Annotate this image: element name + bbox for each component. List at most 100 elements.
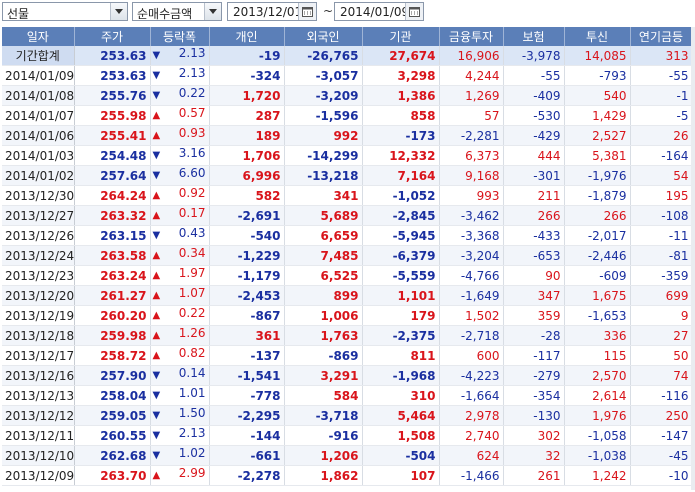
investment-trust-cell: 2,614 xyxy=(564,385,631,406)
foreign-cell: -869 xyxy=(284,345,363,366)
col-header-price[interactable]: 주가 xyxy=(74,27,151,46)
table-row[interactable]: 2013/12/13 258.04 ▼ 1.01 -778 584 310 -1,664 -35… xyxy=(2,385,693,406)
pension-cell: 27 xyxy=(630,325,693,346)
institution-cell: 310 xyxy=(362,385,440,406)
market-select[interactable]: 선물 xyxy=(2,2,128,21)
pension-cell: -359 xyxy=(630,265,693,286)
change-cell: ▲ 1.26 xyxy=(150,325,210,346)
table-row[interactable]: 2013/12/27 263.32 ▲ 0.17 -2,691 5,689 -2,845 -3… xyxy=(2,205,693,226)
institution-cell: 179 xyxy=(362,305,440,326)
table-row[interactable]: 2014/01/08 255.76 ▼ 0.22 1,720 -3,209 1,386 1,2… xyxy=(2,85,693,106)
insurance-cell: 211 xyxy=(503,185,565,206)
financial-investment-cell: -2,718 xyxy=(439,325,504,346)
pension-cell: 313 xyxy=(630,46,693,66)
table-row[interactable]: 2014/01/02 257.64 ▼ 6.60 6,996 -13,218 7,164 9,… xyxy=(2,165,693,186)
individual-cell: -324 xyxy=(209,65,285,86)
table-row[interactable]: 2013/12/30 264.24 ▲ 0.92 582 341 -1,052 993 211-… xyxy=(2,185,693,206)
col-header-foreign[interactable]: 외국인 xyxy=(284,27,363,46)
table-row[interactable]: 2013/12/24 263.58 ▲ 0.34 -1,229 7,485 -6,379 -3… xyxy=(2,245,693,266)
investment-trust-cell: -609 xyxy=(564,265,631,286)
foreign-cell: 992 xyxy=(284,125,363,146)
change-value: 1.01 xyxy=(178,386,206,400)
col-header-date[interactable]: 일자 xyxy=(2,27,75,46)
date-to-field[interactable]: 2014/01/09 xyxy=(334,2,424,21)
table-row[interactable]: 2014/01/07 255.98 ▲ 0.57 287 -1,596 858 57 -530 1… xyxy=(2,105,693,126)
institution-cell: -173 xyxy=(362,125,440,146)
foreign-cell: 6,525 xyxy=(284,265,363,286)
table-row[interactable]: 2013/12/20 261.27 ▲ 1.07 -2,453 899 1,101 -1,64… xyxy=(2,285,693,306)
foreign-cell: 6,659 xyxy=(284,225,363,246)
table-row[interactable]: 2013/12/12 259.05 ▼ 1.50 -2,295 -3,718 5,464 2,… xyxy=(2,405,693,426)
col-header-change[interactable]: 등락폭 xyxy=(150,27,210,46)
institution-cell: 1,386 xyxy=(362,85,440,106)
date-cell: 2013/12/13 xyxy=(2,385,75,406)
pension-cell: -55 xyxy=(630,65,693,86)
pension-cell: 50 xyxy=(630,345,693,366)
calendar-icon[interactable] xyxy=(298,3,316,20)
change-value: 6.60 xyxy=(178,166,206,180)
calendar-icon[interactable] xyxy=(405,3,423,20)
table-row[interactable]: 2013/12/16 257.90 ▼ 0.14 -1,541 3,291 -1,968 -4… xyxy=(2,365,693,386)
col-header-individual[interactable]: 개인 xyxy=(209,27,285,46)
col-header-institution[interactable]: 기관 xyxy=(362,27,440,46)
table-row[interactable]: 2013/12/18 259.98 ▲ 1.26 361 1,763 -2,375 -2,71… xyxy=(2,325,693,346)
insurance-cell: -429 xyxy=(503,125,565,146)
insurance-cell: 266 xyxy=(503,205,565,226)
vertical-scrollbar[interactable] xyxy=(691,27,695,490)
change-value: 1.07 xyxy=(178,286,206,300)
col-header-investment-trust[interactable]: 투신 xyxy=(564,27,631,46)
triangle-up-icon: ▲ xyxy=(152,130,161,141)
investment-trust-cell: -1,879 xyxy=(564,185,631,206)
table-row[interactable]: 2013/12/26 263.15 ▼ 0.43 -540 6,659 -5,945 -3,3… xyxy=(2,225,693,246)
foreign-cell: -3,718 xyxy=(284,405,363,426)
financial-investment-cell: 624 xyxy=(439,445,504,466)
individual-cell: 361 xyxy=(209,325,285,346)
insurance-cell: 444 xyxy=(503,145,565,166)
col-header-financial-investment[interactable]: 금융투자 xyxy=(439,27,504,46)
col-header-pension[interactable]: 연기금등 xyxy=(630,27,693,46)
chevron-down-icon[interactable] xyxy=(110,3,127,20)
financial-investment-cell: 57 xyxy=(439,105,504,126)
insurance-cell: -530 xyxy=(503,105,565,126)
change-cell: ▲ 0.82 xyxy=(150,345,210,366)
pension-cell: -5 xyxy=(630,105,693,126)
insurance-cell: -117 xyxy=(503,345,565,366)
table-row[interactable]: 2014/01/09 253.63 ▼ 2.13 -324 -3,057 3,298 4,24… xyxy=(2,65,693,86)
price-cell: 255.98 xyxy=(74,105,151,126)
table-row[interactable]: 2013/12/23 263.24 ▲ 1.97 -1,179 6,525 -5,559 -4… xyxy=(2,265,693,286)
date-from-field[interactable]: 2013/12/01 xyxy=(227,2,317,21)
change-cell: ▲ 0.34 xyxy=(150,245,210,266)
institution-cell: -2,845 xyxy=(362,205,440,226)
change-cell: ▼ 0.14 xyxy=(150,365,210,386)
individual-cell: -19 xyxy=(209,46,285,66)
insurance-cell: 90 xyxy=(503,265,565,286)
table-row[interactable]: 2014/01/06 255.41 ▲ 0.93 189 992 -173 -2,281 -42… xyxy=(2,125,693,146)
investment-trust-cell: 266 xyxy=(564,205,631,226)
change-cell: ▲ 1.07 xyxy=(150,285,210,306)
financial-investment-cell: -2,281 xyxy=(439,125,504,146)
change-cell: ▼ 1.02 xyxy=(150,445,210,466)
summary-row[interactable]: 기간합계 253.63 ▼ 2.13 -19 -26,765 27,674 16,906 -3,… xyxy=(2,46,693,66)
pension-cell: 26 xyxy=(630,125,693,146)
type-select[interactable]: 순매수금액 xyxy=(132,2,222,21)
insurance-cell: -433 xyxy=(503,225,565,246)
change-value: 0.57 xyxy=(178,106,206,120)
table-row[interactable]: 2013/12/19 260.20 ▲ 0.22 -867 1,006 179 1,502 35… xyxy=(2,305,693,326)
table-header-row: 일자 주가 등락폭 개인 외국인 기관 금융투자 보험 투신 연기금등 xyxy=(2,27,693,46)
table-row[interactable]: 2013/12/10 262.68 ▼ 1.02 -661 1,206 -504 624 32-… xyxy=(2,445,693,466)
chevron-down-icon[interactable] xyxy=(204,3,221,20)
col-header-insurance[interactable]: 보험 xyxy=(503,27,565,46)
table-row[interactable]: 2014/01/03 254.48 ▼ 3.16 1,706 -14,299 12,332 6… xyxy=(2,145,693,166)
individual-cell: 6,996 xyxy=(209,165,285,186)
change-value: 1.97 xyxy=(178,266,206,280)
table-row[interactable]: 2013/12/09 263.70 ▲ 2.99 -2,278 1,862 107 -1,46… xyxy=(2,465,693,486)
table-row[interactable]: 2013/12/17 258.72 ▲ 0.82 -137 -869 811 600 -117 1… xyxy=(2,345,693,366)
table-row[interactable]: 2013/12/11 260.55 ▼ 2.13 -144 -916 1,508 2,740 3… xyxy=(2,425,693,446)
institution-cell: -6,379 xyxy=(362,245,440,266)
insurance-cell: -354 xyxy=(503,385,565,406)
individual-cell: -2,453 xyxy=(209,285,285,306)
institution-cell: -5,559 xyxy=(362,265,440,286)
date-separator: ~ xyxy=(323,4,334,18)
individual-cell: -1,179 xyxy=(209,265,285,286)
individual-cell: 1,720 xyxy=(209,85,285,106)
